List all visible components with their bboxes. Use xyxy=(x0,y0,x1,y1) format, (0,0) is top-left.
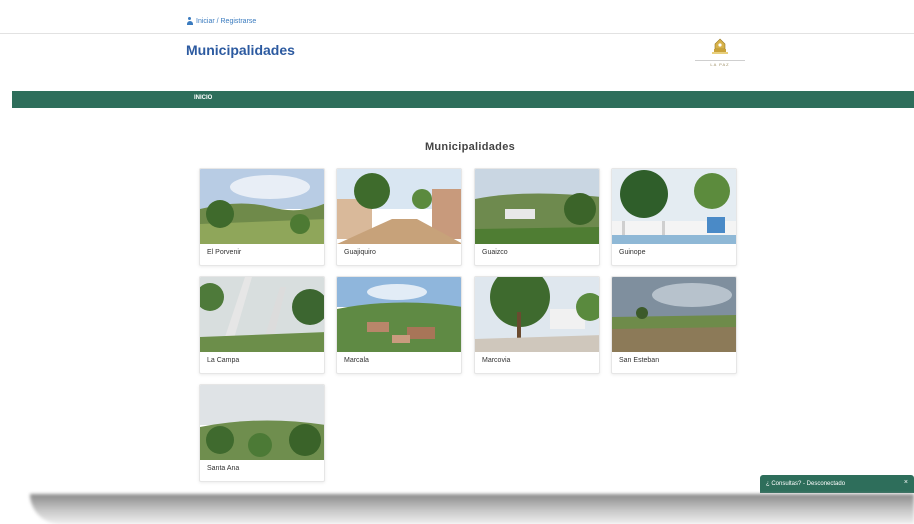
municipality-card-guaizco[interactable]: Guaizco xyxy=(474,168,600,266)
login-label: Iniciar / Registrarse xyxy=(196,17,257,25)
main-nav: INICIO xyxy=(12,91,914,108)
top-bar: Iniciar / Registrarse xyxy=(0,0,914,34)
card-label: Guaizco xyxy=(482,249,508,256)
chat-label: ¿ Consultas? - Desconectado xyxy=(766,481,846,487)
card-label: El Porvenir xyxy=(207,249,242,256)
municipality-card-marcala[interactable]: Marcala xyxy=(336,276,462,374)
municipality-photo xyxy=(475,277,599,352)
card-label: Santa Ana xyxy=(207,465,240,472)
card-label: La Campa xyxy=(207,357,240,364)
municipality-card-san-esteban[interactable]: San Esteban xyxy=(611,276,737,374)
municipality-photo xyxy=(200,277,324,352)
page-title: Municipalidades xyxy=(186,42,295,58)
municipality-card-la-campa[interactable]: La Campa xyxy=(199,276,325,374)
card-label: San Esteban xyxy=(619,357,660,364)
card-label: Marcala xyxy=(344,357,369,364)
municipality-card-santa-ana[interactable]: Santa Ana xyxy=(199,384,325,482)
login-link[interactable]: Iniciar / Registrarse xyxy=(186,15,256,27)
municipality-photo xyxy=(200,169,324,244)
logo-divider xyxy=(695,60,745,61)
emblem-icon xyxy=(712,38,728,54)
logo-caption: LA PAZ xyxy=(710,62,730,67)
municipality-photo xyxy=(612,169,736,244)
municipality-photo xyxy=(337,277,461,352)
section-title: Municipalidades xyxy=(424,141,516,153)
card-label: Marcovia xyxy=(482,357,511,364)
municipality-photo xyxy=(475,169,599,244)
card-label: Guinope xyxy=(619,249,646,256)
municipality-card-el-porvenir[interactable]: El Porvenir xyxy=(199,168,325,266)
nav-item-inicio[interactable]: INICIO xyxy=(194,95,212,101)
municipality-card-marcovia[interactable]: Marcovia xyxy=(474,276,600,374)
municipality-photo xyxy=(612,277,736,352)
site-logo[interactable]: LA PAZ xyxy=(694,38,746,72)
screen-edge-shadow xyxy=(30,494,914,524)
municipality-card-guajiquiro[interactable]: Guajiquiro xyxy=(336,168,462,266)
chat-widget[interactable]: ¿ Consultas? - Desconectado × xyxy=(760,475,914,493)
card-label: Guajiquiro xyxy=(344,249,376,256)
municipality-photo xyxy=(337,169,461,244)
user-icon xyxy=(186,17,193,25)
municipality-photo xyxy=(200,385,324,460)
chat-close-icon[interactable]: × xyxy=(904,479,908,486)
municipality-card-guinope[interactable]: Guinope xyxy=(611,168,737,266)
